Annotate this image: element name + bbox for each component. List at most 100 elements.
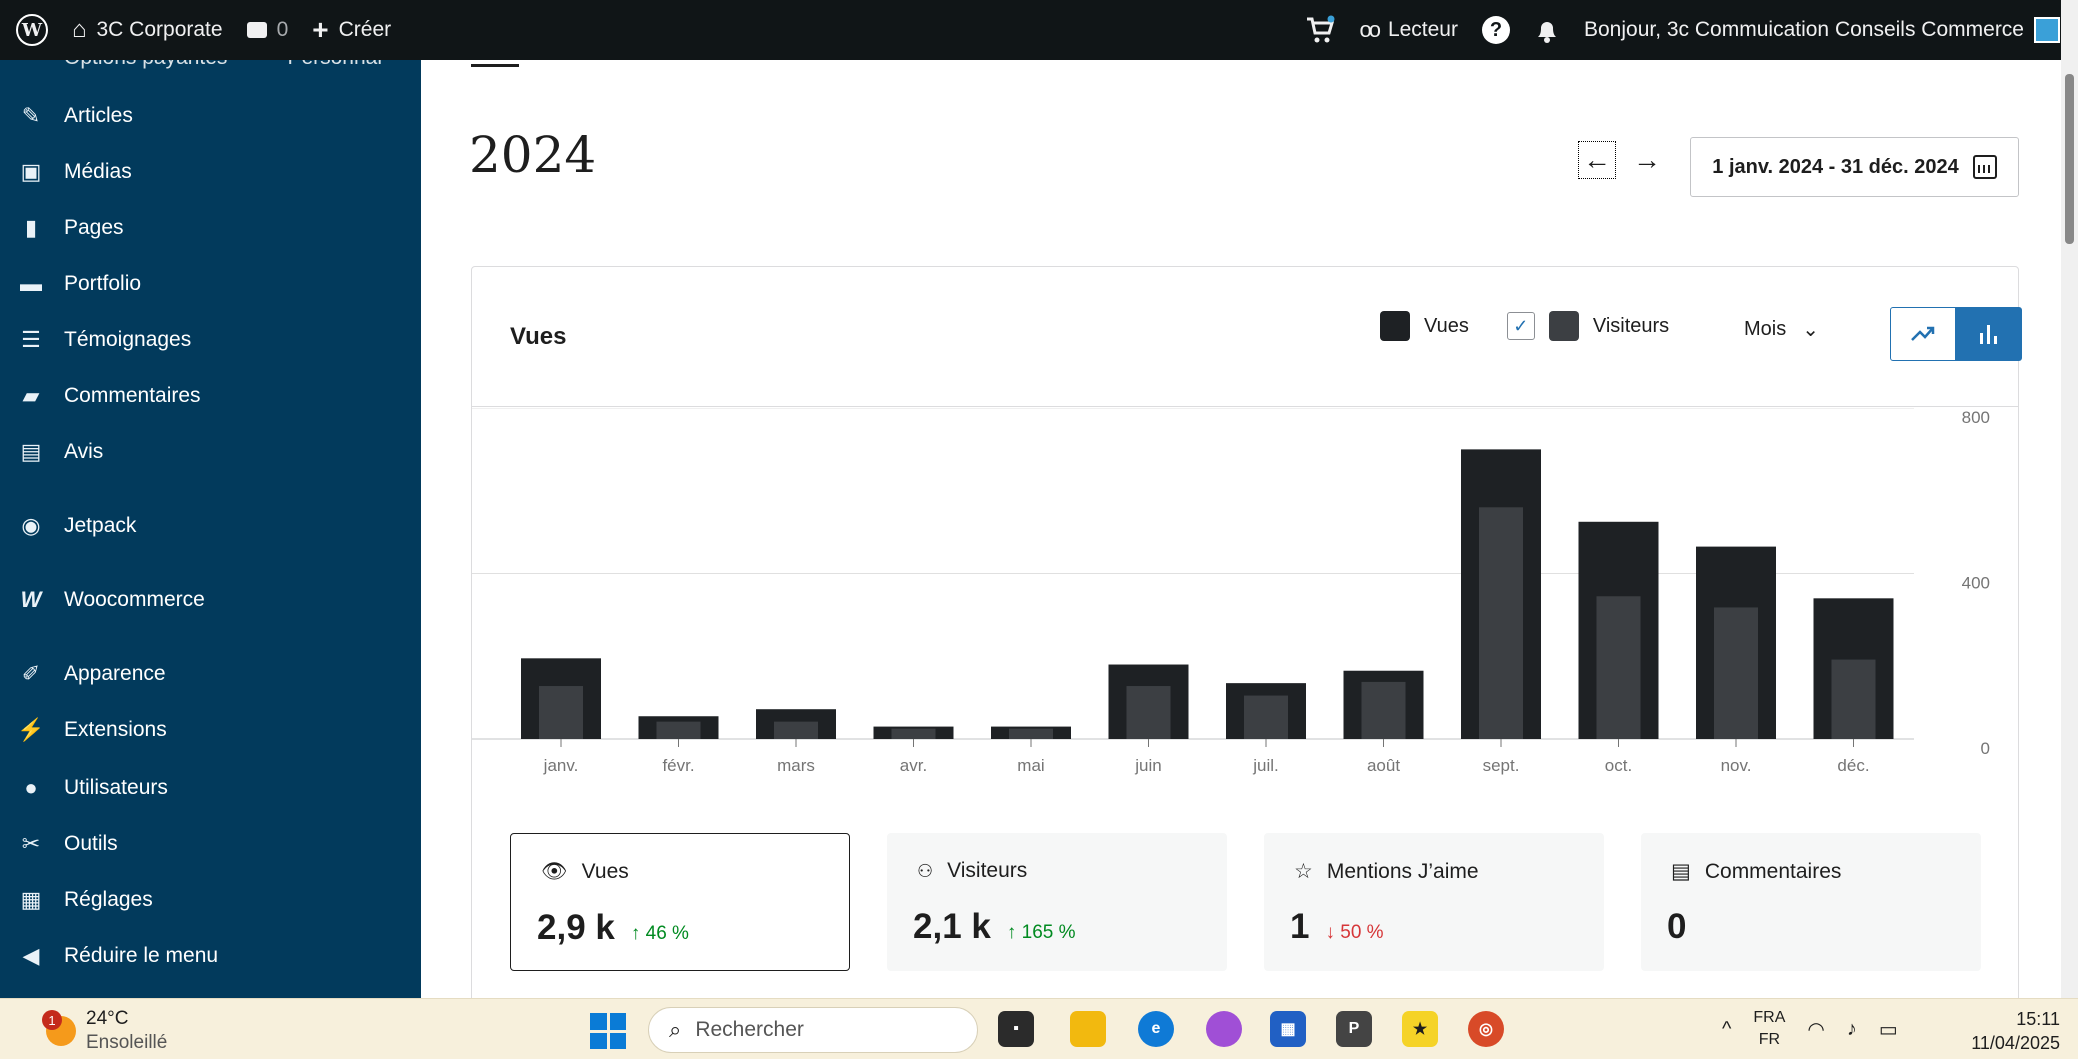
create-link[interactable]: + Créer [300, 0, 403, 60]
bar-chart-button[interactable] [1956, 307, 2022, 361]
stat-value: 1 [1290, 907, 1310, 946]
copilot-icon[interactable] [1206, 1011, 1242, 1047]
sidebar-item-temoignages[interactable]: ☰ Témoignages [0, 318, 421, 362]
my-account-link[interactable]: Bonjour, 3c Commuication Conseils Commer… [1572, 0, 2078, 60]
x-tick-label: mars [777, 756, 815, 775]
sidebar-item-extensions[interactable]: ⚡ Extensions [0, 708, 421, 752]
scrollbar-thumb[interactable] [2065, 74, 2074, 244]
legend-swatch-visitors [1548, 311, 1579, 341]
period-navigation: ← → [1578, 141, 1665, 179]
chart-legend: Vues ✓ Visiteurs [1380, 311, 1669, 341]
system-clock[interactable]: 15:11 11/04/2025 [1968, 1007, 2060, 1055]
notifications-link[interactable] [1522, 0, 1572, 60]
sidebar-item-commentaires[interactable]: ▰ Commentaires [0, 374, 421, 418]
reader-link[interactable]: oo Lecteur [1347, 0, 1470, 60]
file-explorer-icon[interactable] [1070, 1011, 1106, 1047]
comments-count: 0 [276, 18, 289, 41]
sidebar-item-label: Jetpack [64, 514, 137, 537]
app-p-icon[interactable]: P [1336, 1011, 1372, 1047]
sidebar-partial-item[interactable]: Options payantes Personnal [0, 60, 382, 70]
calendar-icon [1972, 155, 1997, 179]
x-tick-label: nov. [1721, 756, 1752, 775]
sidebar-item-portfolio[interactable]: ▬ Portfolio [0, 262, 421, 306]
y-tick-label: 0 [1981, 739, 1990, 758]
next-period-button[interactable]: → [1629, 142, 1665, 178]
bar-visitors [1361, 681, 1406, 739]
comments-link[interactable]: 0 [235, 0, 301, 60]
previous-period-button[interactable]: ← [1578, 141, 1616, 179]
sidebar-item-outils[interactable]: ✂ Outils [0, 822, 421, 866]
edge-browser-icon[interactable]: e [1138, 1011, 1174, 1047]
sidebar-item-reglages[interactable]: ▦ Réglages [0, 878, 421, 922]
pin-icon: ✎ [21, 103, 41, 128]
stat-tile-likes[interactable]: ☆ Mentions J’aime 1 ↓ 50 % [1264, 833, 1604, 971]
help-link[interactable]: ? [1470, 0, 1522, 60]
site-name-link[interactable]: ⌂ 3C Corporate [60, 0, 235, 60]
search-placeholder: Rechercher [695, 1018, 804, 1041]
date-range-picker[interactable]: 1 janv. 2024 - 31 déc. 2024 [1690, 137, 2019, 197]
y-tick-label: 800 [1962, 408, 1990, 427]
sidebar-item-label: Extensions [64, 718, 167, 741]
chevron-up-icon[interactable]: ^ [1722, 1018, 1731, 1041]
bar-visitors [774, 721, 818, 739]
language-indicator[interactable]: FRA FR [1753, 1007, 1785, 1051]
chrome-icon[interactable]: ◎ [1468, 1011, 1504, 1047]
page-scrollbar[interactable] [2061, 0, 2078, 998]
sidebar-item-utilisateurs[interactable]: ● Utilisateurs [0, 766, 421, 810]
views-bar-chart: 800 400 0 janv. févr. mars avr. mai juin juil. aoû… [472, 408, 1990, 775]
sidebar-item-articles[interactable]: ✎ Articles [0, 94, 421, 138]
testimonial-icon: ☰ [21, 327, 41, 352]
bar-visitors [1831, 659, 1876, 739]
bar-visitors [539, 686, 583, 739]
sidebar-item-apparence[interactable]: ✐ Apparence [0, 652, 421, 696]
main-content: 2024 ← → 1 janv. 2024 - 31 déc. 2024 Vue… [421, 60, 2061, 1056]
windows-logo-tile [590, 1013, 607, 1030]
sidebar-item-label: Avis [64, 440, 104, 463]
page-title: 2024 [469, 126, 597, 184]
sidebar-item-medias[interactable]: ▣ Médias [0, 150, 421, 194]
sidebar-item-avis[interactable]: ▤ Avis [0, 430, 421, 474]
sidebar-item-jetpack[interactable]: ◉ Jetpack [0, 504, 421, 548]
keyboard-layout: FR [1758, 1031, 1781, 1048]
sidebar-item-pages[interactable]: ▮ Pages [0, 206, 421, 250]
visitors-checkbox[interactable]: ✓ [1506, 312, 1535, 340]
wordpress-menu[interactable]: W [0, 0, 60, 60]
sidebar-partial-label: Options payantes [64, 60, 227, 70]
stat-value: 2,9 k [537, 908, 615, 947]
taskbar-search[interactable]: ⌕ Rechercher [648, 1007, 978, 1053]
line-chart-button[interactable] [1890, 307, 1956, 361]
stat-change-value: 50 % [1340, 922, 1384, 943]
volume-icon[interactable]: ♪ [1847, 1018, 1857, 1041]
sidebar-item-label: Portfolio [64, 272, 142, 295]
stat-change-down: ↓ 50 % [1325, 922, 1384, 943]
bar-visitors [1126, 686, 1171, 739]
start-button[interactable] [590, 1013, 626, 1049]
x-tick-label: juin [1134, 756, 1161, 775]
sidebar-item-label: Woocommerce [64, 588, 205, 611]
cart-link[interactable] [1293, 0, 1347, 60]
weather-widget[interactable]: 1 24°C Ensoleillé [42, 1007, 167, 1055]
language-code: FRA [1753, 1009, 1786, 1026]
stat-label: Visiteurs [947, 859, 1028, 882]
comment-box-icon: ▤ [1671, 860, 1691, 883]
site-name: 3C Corporate [96, 18, 223, 41]
sidebar-item-woocommerce[interactable]: W Woocommerce [0, 578, 421, 622]
sidebar-item-label: Témoignages [64, 328, 192, 351]
store-icon[interactable]: ▦ [1270, 1011, 1306, 1047]
period-select[interactable]: Mois ⌄ [1744, 317, 1819, 342]
battery-icon[interactable]: ▭ [1879, 1017, 1898, 1042]
media-icon: ▣ [20, 159, 42, 184]
stat-label: Vues [581, 860, 629, 883]
star-icon: ☆ [1294, 860, 1313, 883]
clock-time: 15:11 [2016, 1009, 2060, 1029]
stat-tile-comments[interactable]: ▤ Commentaires 0 [1641, 833, 1981, 971]
x-tick-label: juil. [1252, 756, 1279, 775]
stat-tile-views[interactable]: 👁 Vues 2,9 k ↑ 46 % [510, 833, 850, 971]
stat-value: 2,1 k [913, 907, 991, 946]
app-folder-icon[interactable]: ★ [1402, 1011, 1438, 1047]
sidebar-collapse-button[interactable]: ◀ Réduire le menu [0, 934, 421, 978]
task-view-icon[interactable]: ▪ [998, 1011, 1034, 1047]
date-range-label: 1 janv. 2024 - 31 déc. 2024 [1712, 155, 1959, 178]
stat-tile-visitors[interactable]: ⚇ Visiteurs 2,1 k ↑ 165 % [887, 833, 1227, 971]
wifi-icon[interactable]: ◠ [1807, 1017, 1824, 1042]
